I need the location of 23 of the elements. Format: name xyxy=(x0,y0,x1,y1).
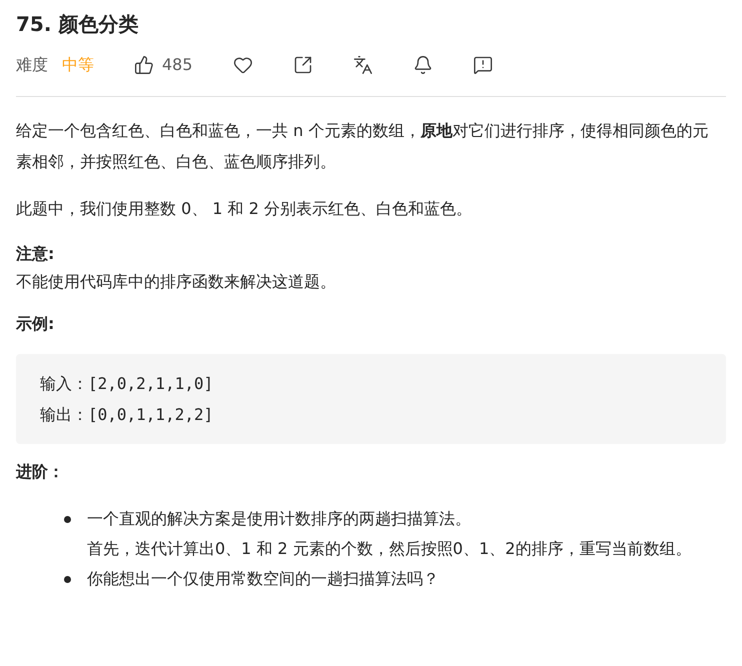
difficulty-value: 中等 xyxy=(62,54,94,76)
description-paragraph: 给定一个包含红色、白色和蓝色，一共 n 个元素的数组，原地对它们进行排序，使得相同颜色的元素相邻，并按照红色、白色、蓝色顺序排列。 xyxy=(16,120,710,173)
problem-title: 75. 颜色分类 xyxy=(16,11,140,38)
favorite-button[interactable] xyxy=(232,55,253,75)
like-button[interactable]: 485 xyxy=(134,53,193,77)
note-heading: 注意: xyxy=(16,243,54,265)
follow-up-text: 一个直观的解决方案是使用计数排序的两趟扫描算法。 xyxy=(87,508,472,530)
note-text: 不能使用代码库中的排序函数来解决这道题。 xyxy=(16,271,337,293)
bullet-icon xyxy=(64,516,71,523)
code-line: 输出：[0,0,1,1,2,2] xyxy=(40,404,214,426)
follow-up-heading: 进阶： xyxy=(16,461,64,483)
code-line: 输入：[2,0,2,1,1,0] xyxy=(40,373,214,395)
follow-up-text: 首先，迭代计算出0、1 和 2 元素的个数，然后按照0、1、2的排序，重写当前数组。 xyxy=(87,538,692,560)
share-button[interactable] xyxy=(292,55,313,75)
notification-button[interactable] xyxy=(412,55,433,75)
description-paragraph: 此题中，我们使用整数 0、 1 和 2 分别表示红色、白色和蓝色。 xyxy=(16,198,473,220)
translate-button[interactable] xyxy=(352,55,373,75)
feedback-button[interactable] xyxy=(472,55,493,75)
bullet-icon xyxy=(64,576,71,583)
difficulty-label: 难度 xyxy=(16,54,48,76)
follow-up-text: 你能想出一个仅使用常数空间的一趟扫描算法吗？ xyxy=(87,568,439,590)
thumbs-up-icon xyxy=(134,55,154,75)
example-heading: 示例: xyxy=(16,313,54,335)
